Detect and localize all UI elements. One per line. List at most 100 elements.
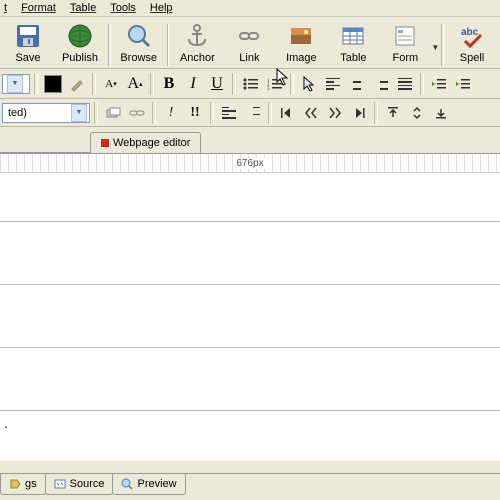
table-icon [339,22,367,50]
cursor-icon [302,75,316,93]
tab-tags[interactable]: gs [0,474,46,495]
move-updown-button[interactable] [406,102,428,124]
menu-format[interactable]: Format [21,2,56,14]
align-center-icon [350,78,364,90]
spell-button[interactable]: abc Spell [446,20,498,66]
layer-button[interactable] [102,102,124,124]
align-left-button[interactable] [322,73,344,95]
number-list-button[interactable]: 123 [264,73,286,95]
toolbar-format: ▼ A▾ A▴ B I U 123 [0,69,500,99]
browse-button[interactable]: Browse [113,20,165,66]
align-justify-icon [398,78,412,90]
outdent-icon [431,77,447,91]
align-right-icon [374,78,388,90]
move-up-icon [386,106,400,120]
font-combo[interactable]: ▼ [2,74,30,94]
save-button[interactable]: Save [2,20,54,66]
link-button[interactable]: Link [223,20,275,66]
nav-first-button[interactable] [276,102,298,124]
table-row[interactable] [0,285,500,348]
separator [108,24,111,66]
publish-button[interactable]: Publish [54,20,106,66]
menu-help[interactable]: Help [150,2,173,14]
cursor-button[interactable] [298,73,320,95]
menu-table[interactable]: Table [70,2,96,14]
svg-text:3: 3 [267,87,270,91]
nav-last-icon [352,106,366,120]
nav-next-icon [328,106,342,120]
editor-area[interactable]: . [0,173,500,461]
align-center-button[interactable] [346,73,368,95]
form-dropdown-icon[interactable]: ▼ [431,28,439,66]
tab-blank[interactable] [0,144,91,153]
indent-button[interactable] [452,73,474,95]
bullet-list-icon [243,77,259,91]
table-row[interactable] [0,173,500,222]
number-list-icon: 123 [267,77,283,91]
highlight-icon [69,76,85,92]
preview-icon [121,478,133,490]
align-justify-button[interactable] [394,73,416,95]
bold-button[interactable]: B [158,73,180,95]
anchor-icon [183,22,211,50]
menu-edit[interactable]: t [4,2,7,14]
link-button-2[interactable] [126,102,148,124]
dl-button[interactable] [218,102,240,124]
table-row[interactable] [0,348,500,411]
nav-prev-icon [304,106,318,120]
ruler: 676px [0,154,500,173]
dl-icon [222,107,236,119]
dt-button[interactable] [242,102,264,124]
style-combo[interactable]: ted)▼ [2,103,90,123]
tabs-bottom: gs Source Preview [0,473,500,500]
chevron-down-icon: ▼ [7,75,23,93]
align-right-button[interactable] [370,73,392,95]
underline-button[interactable]: U [206,73,228,95]
tags-icon [9,478,21,490]
nav-next-button[interactable] [324,102,346,124]
tab-source[interactable]: Source [45,474,114,495]
decrease-font-button[interactable]: A▾ [100,73,122,95]
nav-prev-button[interactable] [300,102,322,124]
source-icon [54,478,66,490]
separator [167,24,170,66]
form-icon [391,22,419,50]
highlight-button[interactable] [66,73,88,95]
browse-icon [125,22,153,50]
nav-last-button[interactable] [348,102,370,124]
link-icon [235,22,263,50]
increase-font-button[interactable]: A▴ [124,73,146,95]
tab-icon [101,139,109,147]
toolbar-main: Save Publish Browse Anchor Link Image Ta… [0,17,500,69]
menu-tools[interactable]: Tools [110,2,136,14]
anchor-button[interactable]: Anchor [171,20,223,66]
move-down-icon [434,106,448,120]
save-icon [14,22,42,50]
tab-editor[interactable]: Webpage editor [90,132,201,153]
em-button[interactable]: ! [160,102,182,124]
nav-first-icon [280,106,294,120]
table-button[interactable]: Table [327,20,379,66]
chevron-down-icon: ▼ [71,104,87,122]
toolbar-format2: ted)▼ ! !! [0,99,500,127]
indent-icon [455,77,471,91]
table-row[interactable]: . [0,411,500,447]
menubar: t Format Table Tools Help [0,0,500,17]
table-row[interactable] [0,222,500,285]
align-left-icon [326,78,340,90]
color-button[interactable] [42,73,64,95]
svg-text:abc: abc [461,27,479,38]
bullet-list-button[interactable] [240,73,262,95]
dt-icon [246,107,260,119]
move-updown-icon [410,106,424,120]
color-swatch [44,75,62,93]
italic-button[interactable]: I [182,73,204,95]
image-button[interactable]: Image [275,20,327,66]
outdent-button[interactable] [428,73,450,95]
strong-button[interactable]: !! [184,102,206,124]
tabs-top: Webpage editor [0,127,500,154]
move-down-button[interactable] [430,102,452,124]
move-up-button[interactable] [382,102,404,124]
form-button[interactable]: Form [379,20,431,66]
tab-preview[interactable]: Preview [112,474,185,495]
